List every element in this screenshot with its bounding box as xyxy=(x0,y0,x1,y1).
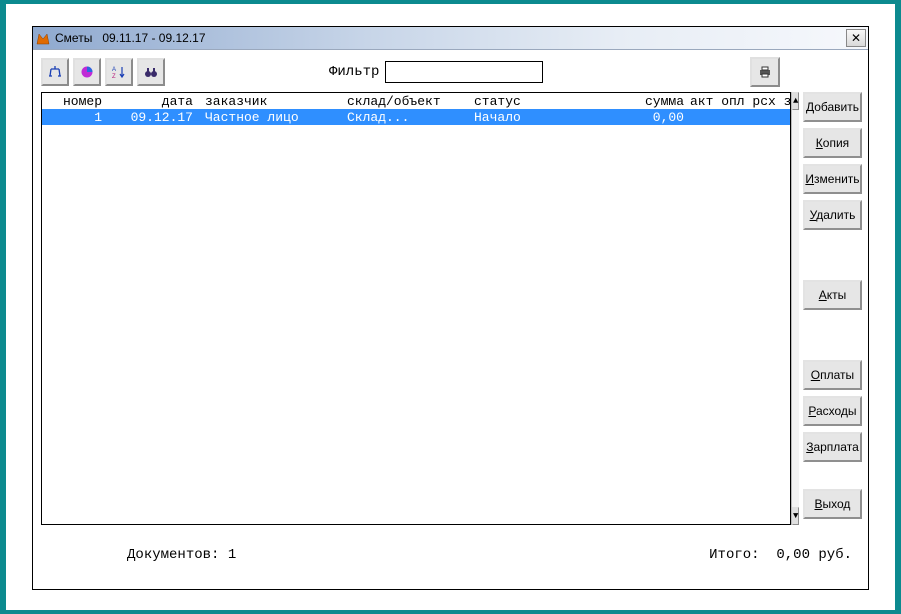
col-header-status: статус xyxy=(462,94,594,109)
binoculars-icon[interactable] xyxy=(137,58,165,86)
copy-button[interactable]: Копия xyxy=(803,128,861,158)
close-button[interactable]: ✕ xyxy=(846,29,866,47)
cell-date: 09.12.17 xyxy=(108,110,193,125)
currency: руб. xyxy=(818,547,852,563)
filter-label: Фильтр xyxy=(329,64,379,80)
sort-icon[interactable]: AZ xyxy=(105,58,133,86)
svg-text:A: A xyxy=(112,67,116,73)
toolbar: AZ Фильтр xyxy=(41,58,860,86)
pie-chart-icon[interactable] xyxy=(73,58,101,86)
col-header-sum: сумма xyxy=(594,94,684,109)
scroll-down-icon[interactable]: ▼ xyxy=(792,507,799,525)
col-header-flags: акт опл рсх з/п xyxy=(684,94,790,109)
total-value: 0,00 xyxy=(776,547,810,563)
scroll-up-icon[interactable]: ▲ xyxy=(792,92,799,110)
exit-button[interactable]: Выход xyxy=(803,489,861,519)
acts-button[interactable]: Акты xyxy=(803,280,861,310)
col-header-number: номер xyxy=(42,94,108,109)
vertical-scrollbar[interactable]: ▲ ▼ xyxy=(791,92,799,525)
delete-button[interactable]: Удалить xyxy=(803,200,861,230)
cell-warehouse: Склад... xyxy=(335,110,462,125)
cell-status: Начало xyxy=(462,110,594,125)
grid-header-row: номер дата заказчик склад/объект статус … xyxy=(42,93,790,109)
salary-button[interactable]: Зарплата xyxy=(803,432,861,462)
edit-button[interactable]: Изменить xyxy=(803,164,861,194)
table-row[interactable]: 1 09.12.17 Частное лицо Склад... Начало … xyxy=(42,109,790,125)
status-bar: Документов: 1 Итого: 0,00 руб. xyxy=(41,525,860,581)
payments-button[interactable]: Оплаты xyxy=(803,360,861,390)
filter-input[interactable] xyxy=(385,61,543,83)
total-label: Итого: xyxy=(709,547,759,563)
docs-count: 1 xyxy=(228,547,236,563)
add-button[interactable]: Добавить xyxy=(803,92,861,122)
cell-sum: 0,00 xyxy=(594,110,684,125)
scroll-track[interactable] xyxy=(792,110,799,507)
svg-text:Z: Z xyxy=(112,74,116,80)
col-header-customer: заказчик xyxy=(193,94,335,109)
cell-number: 1 xyxy=(42,110,108,125)
app-icon xyxy=(35,30,51,46)
grid: номер дата заказчик склад/объект статус … xyxy=(41,92,791,525)
expenses-button[interactable]: Расходы xyxy=(803,396,861,426)
scale-icon[interactable] xyxy=(41,58,69,86)
window-title: Сметы 09.11.17 - 09.12.17 xyxy=(55,31,846,45)
docs-label: Документов: xyxy=(127,547,219,563)
titlebar: Сметы 09.11.17 - 09.12.17 ✕ xyxy=(33,27,868,50)
main-window: Сметы 09.11.17 - 09.12.17 ✕ AZ Фильтр xyxy=(32,26,869,590)
print-button[interactable] xyxy=(750,57,780,87)
cell-customer: Частное лицо xyxy=(193,110,335,125)
col-header-warehouse: склад/объект xyxy=(335,94,462,109)
col-header-date: дата xyxy=(108,94,193,109)
